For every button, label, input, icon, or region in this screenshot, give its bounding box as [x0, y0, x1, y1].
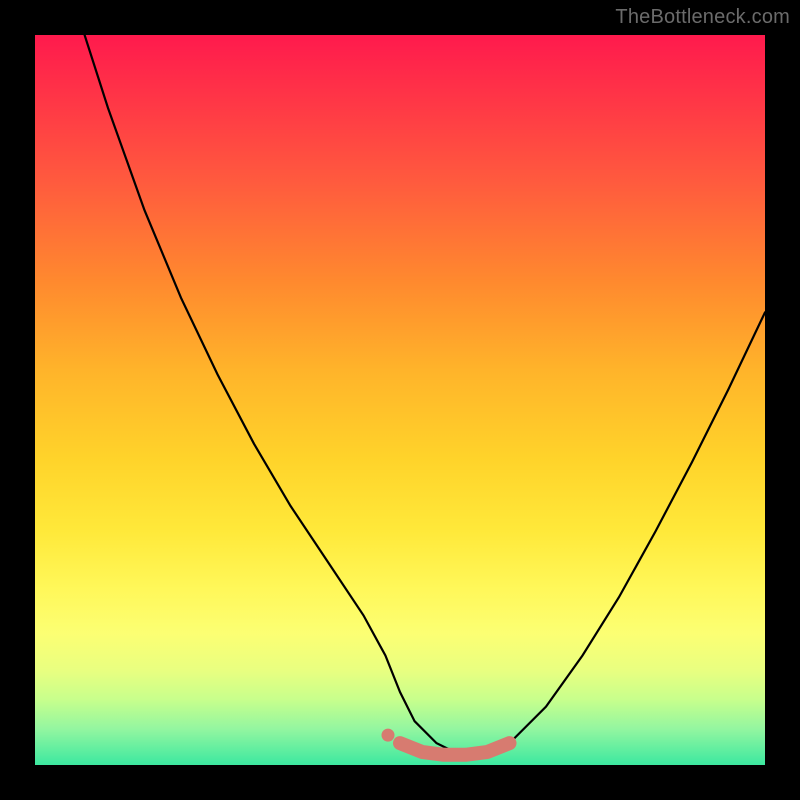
optimal-zone-dots: [382, 729, 510, 755]
chart-frame: TheBottleneck.com: [0, 0, 800, 800]
optimal-zone-stroke: [400, 743, 510, 755]
curve-layer: [35, 35, 765, 765]
optimal-zone-lead-dot: [382, 729, 394, 741]
plot-area: [35, 35, 765, 765]
watermark-text: TheBottleneck.com: [615, 6, 790, 29]
bottleneck-curve: [85, 35, 765, 758]
